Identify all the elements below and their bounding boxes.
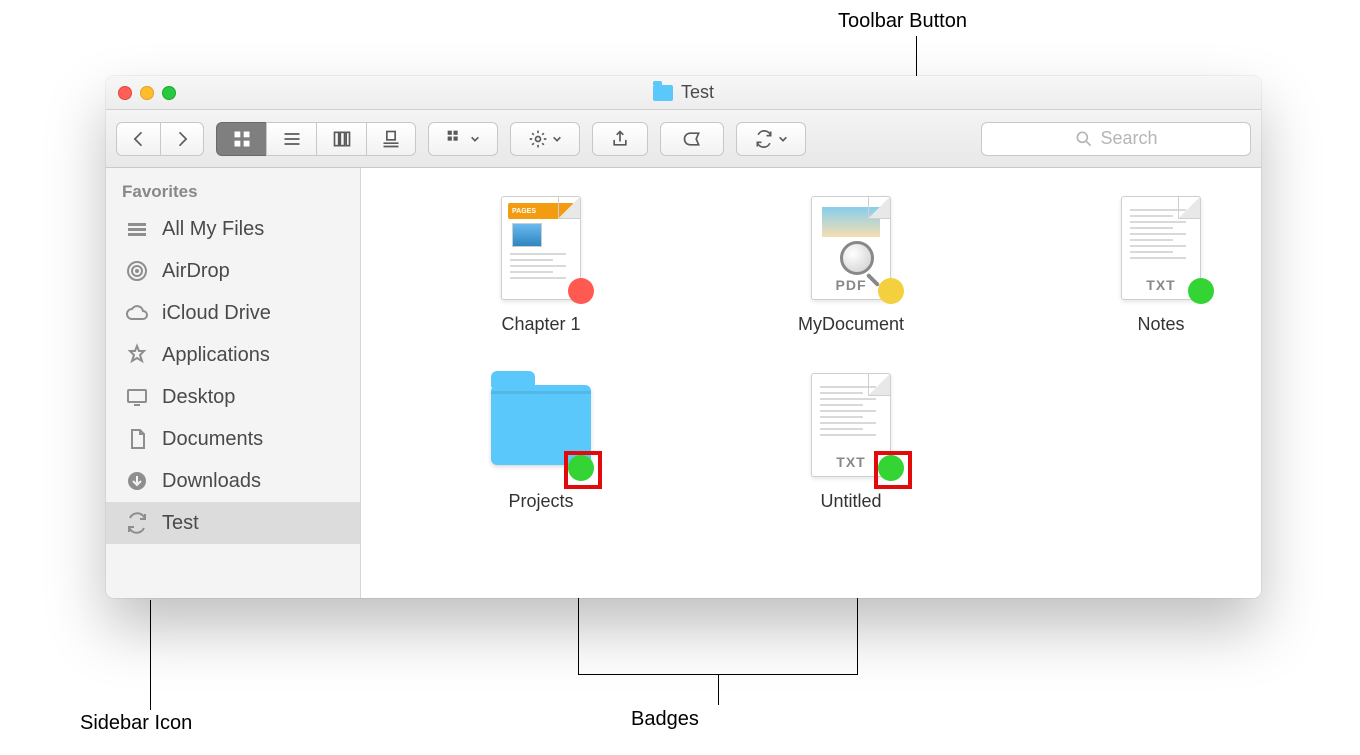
sidebar-item-label: Downloads <box>162 470 261 493</box>
leader-line <box>718 675 719 705</box>
search-placeholder: Search <box>1100 128 1157 149</box>
traffic-lights <box>106 86 176 100</box>
sidebar-item-test[interactable]: Test <box>106 502 360 544</box>
sidebar-item-desktop[interactable]: Desktop <box>106 376 360 418</box>
file-icon: PDF <box>796 188 906 308</box>
icloud-icon <box>124 301 150 325</box>
sidebar-item-airdrop[interactable]: AirDrop <box>106 250 360 292</box>
file-icon: TXT <box>796 365 906 485</box>
grid-icon <box>232 129 252 149</box>
badge-highlight <box>564 451 602 489</box>
chevron-down-icon <box>778 134 788 144</box>
chevron-left-icon <box>129 129 149 149</box>
chevron-right-icon <box>172 129 192 149</box>
file-icon <box>486 365 596 485</box>
badge-highlight <box>874 451 912 489</box>
sync-toolbar-button[interactable] <box>736 122 806 156</box>
column-view-button[interactable] <box>316 122 366 156</box>
sidebar-item-label: Desktop <box>162 386 235 409</box>
file-item-projects[interactable]: Projects <box>461 365 621 512</box>
file-item-untitled[interactable]: TXT Untitled <box>771 365 931 512</box>
annotation-badges: Badges <box>631 708 699 731</box>
annotation-sidebar-icon: Sidebar Icon <box>80 712 192 735</box>
file-label: Notes <box>1137 314 1184 335</box>
sidebar-item-label: Applications <box>162 344 270 367</box>
status-badge <box>878 278 904 304</box>
all-my-files-icon <box>124 217 150 241</box>
action-button[interactable] <box>510 122 580 156</box>
sidebar-item-label: All My Files <box>162 218 264 241</box>
sidebar-header-favorites: Favorites <box>106 178 360 208</box>
sidebar-item-all-my-files[interactable]: All My Files <box>106 208 360 250</box>
columns-icon <box>332 129 352 149</box>
arrange-button[interactable] <box>428 122 498 156</box>
share-icon <box>610 129 630 149</box>
file-icon <box>486 188 596 308</box>
sidebar-item-downloads[interactable]: Downloads <box>106 460 360 502</box>
minimize-button[interactable] <box>140 86 154 100</box>
share-button[interactable] <box>592 122 648 156</box>
titlebar: Test <box>106 76 1261 110</box>
window-title: Test <box>106 82 1261 103</box>
coverflow-icon <box>381 129 401 149</box>
annotation-toolbar-button: Toolbar Button <box>838 10 967 33</box>
file-item-chapter1[interactable]: Chapter 1 <box>461 188 621 335</box>
arrange-icon <box>446 129 466 149</box>
chevron-down-icon <box>470 134 480 144</box>
file-label: MyDocument <box>798 314 904 335</box>
chevron-down-icon <box>552 134 562 144</box>
file-icon: TXT <box>1106 188 1216 308</box>
grid-row: Projects TXT Untitled <box>381 365 1241 512</box>
file-item-notes[interactable]: TXT Notes <box>1081 188 1241 335</box>
toolbar: Search <box>106 110 1261 168</box>
sidebar-item-label: Test <box>162 512 199 535</box>
icon-view-button[interactable] <box>216 122 266 156</box>
sidebar-item-label: AirDrop <box>162 260 230 283</box>
applications-icon <box>124 343 150 367</box>
grid-row: Chapter 1 PDF MyDocument <box>381 188 1241 335</box>
search-icon <box>1074 129 1094 149</box>
list-view-button[interactable] <box>266 122 316 156</box>
list-icon <box>282 129 302 149</box>
coverflow-view-button[interactable] <box>366 122 416 156</box>
back-button[interactable] <box>116 122 160 156</box>
sidebar-item-icloud[interactable]: iCloud Drive <box>106 292 360 334</box>
file-grid: Chapter 1 PDF MyDocument <box>361 168 1261 598</box>
sync-icon <box>124 511 150 535</box>
sidebar-item-applications[interactable]: Applications <box>106 334 360 376</box>
sidebar-item-label: iCloud Drive <box>162 302 271 325</box>
tags-button[interactable] <box>660 122 724 156</box>
zoom-button[interactable] <box>162 86 176 100</box>
file-item-mydocument[interactable]: PDF MyDocument <box>771 188 931 335</box>
tag-icon <box>682 129 702 149</box>
file-label: Untitled <box>820 491 881 512</box>
leader-line <box>150 600 151 710</box>
desktop-icon <box>124 385 150 409</box>
search-input[interactable]: Search <box>981 122 1251 156</box>
close-button[interactable] <box>118 86 132 100</box>
sidebar: Favorites All My Files AirDrop iCloud Dr… <box>106 168 361 598</box>
nav-buttons <box>116 122 204 156</box>
window-body: Favorites All My Files AirDrop iCloud Dr… <box>106 168 1261 598</box>
downloads-icon <box>124 469 150 493</box>
file-label: Projects <box>508 491 573 512</box>
view-mode-buttons <box>216 122 416 156</box>
finder-window: Test <box>106 76 1261 598</box>
status-badge <box>1188 278 1214 304</box>
forward-button[interactable] <box>160 122 204 156</box>
status-badge <box>568 278 594 304</box>
documents-icon <box>124 427 150 451</box>
sidebar-item-documents[interactable]: Documents <box>106 418 360 460</box>
gear-icon <box>528 129 548 149</box>
airdrop-icon <box>124 259 150 283</box>
folder-icon <box>653 85 673 101</box>
sidebar-item-label: Documents <box>162 428 263 451</box>
file-label: Chapter 1 <box>501 314 580 335</box>
sync-icon <box>754 129 774 149</box>
window-title-text: Test <box>681 82 714 103</box>
